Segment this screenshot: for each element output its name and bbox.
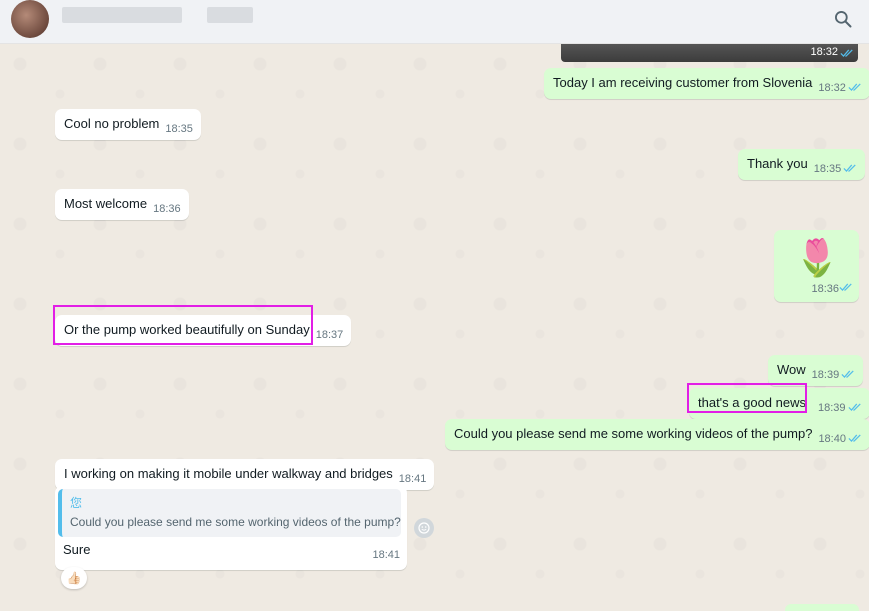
message-time: 18:32 bbox=[810, 46, 838, 58]
contact-avatar[interactable] bbox=[11, 0, 49, 38]
quote-text: Could you please send me some working vi… bbox=[70, 515, 401, 529]
message-text: I working on making it mobile under walk… bbox=[64, 466, 393, 481]
message-text: Could you please send me some working vi… bbox=[454, 426, 813, 441]
thumbs-up-reaction[interactable]: 👍🏻 bbox=[61, 567, 87, 589]
read-ticks-icon bbox=[848, 434, 861, 442]
message-time: 18:36 bbox=[153, 203, 181, 215]
search-icon[interactable] bbox=[833, 9, 853, 29]
message-time: 18:41 bbox=[372, 549, 400, 561]
read-ticks-icon bbox=[839, 283, 852, 291]
message-outgoing[interactable]: Thank you 18:35 bbox=[738, 149, 866, 180]
read-ticks-icon bbox=[841, 370, 854, 378]
message-time: 18:40 bbox=[818, 433, 846, 445]
read-ticks-icon bbox=[847, 403, 861, 411]
message-time: 18:41 bbox=[398, 473, 427, 485]
contact-status-redacted bbox=[207, 7, 253, 23]
message-outgoing-partial[interactable] bbox=[785, 604, 859, 611]
message-outgoing[interactable]: Today I am receiving customer from Slove… bbox=[544, 68, 869, 99]
message-time: 18:39 bbox=[811, 369, 840, 381]
message-time: 18:35 bbox=[165, 123, 193, 135]
message-text: Thank you bbox=[747, 156, 808, 171]
message-time: 18:32 bbox=[818, 82, 846, 94]
message-outgoing[interactable]: Could you please send me some working vi… bbox=[445, 419, 869, 450]
message-text: Sure bbox=[63, 542, 91, 557]
message-list[interactable]: 18:32 Today I am receiving customer from… bbox=[0, 44, 869, 611]
quoted-message[interactable]: 您 Could you please send me some working … bbox=[58, 489, 401, 537]
message-time: 18:39 bbox=[818, 402, 846, 414]
contact-name-redacted[interactable] bbox=[62, 7, 182, 23]
quote-author: 您 bbox=[70, 496, 83, 510]
message-outgoing[interactable]: Wow 18:39 bbox=[768, 355, 864, 386]
message-time: 18:35 bbox=[813, 163, 842, 175]
message-text: Most welcome bbox=[64, 196, 148, 211]
message-text: Wow bbox=[777, 362, 806, 377]
read-ticks-icon bbox=[843, 164, 856, 172]
message-time: 18:36 bbox=[811, 283, 839, 295]
media-message[interactable]: 18:32 bbox=[561, 44, 858, 62]
message-text: Cool no problem bbox=[64, 116, 160, 131]
message-incoming[interactable]: Most welcome 18:36 bbox=[55, 189, 189, 220]
emoji-reaction-button[interactable] bbox=[414, 518, 434, 538]
message-text: Today I am receiving customer from Slove… bbox=[553, 75, 813, 90]
tulip-emoji: 🌷 bbox=[794, 237, 840, 278]
highlight-box bbox=[53, 305, 313, 345]
chat-header bbox=[0, 0, 869, 44]
message-incoming-reply[interactable]: 您 Could you please send me some working … bbox=[55, 486, 407, 570]
smiley-icon bbox=[418, 522, 430, 534]
highlight-box bbox=[687, 383, 807, 413]
message-time: 18:37 bbox=[315, 329, 344, 341]
message-incoming[interactable]: Cool no problem 18:35 bbox=[55, 109, 201, 140]
read-ticks-icon bbox=[848, 83, 861, 91]
read-ticks-icon bbox=[840, 49, 853, 57]
message-outgoing-emoji[interactable]: 🌷 18:36 bbox=[774, 230, 859, 302]
